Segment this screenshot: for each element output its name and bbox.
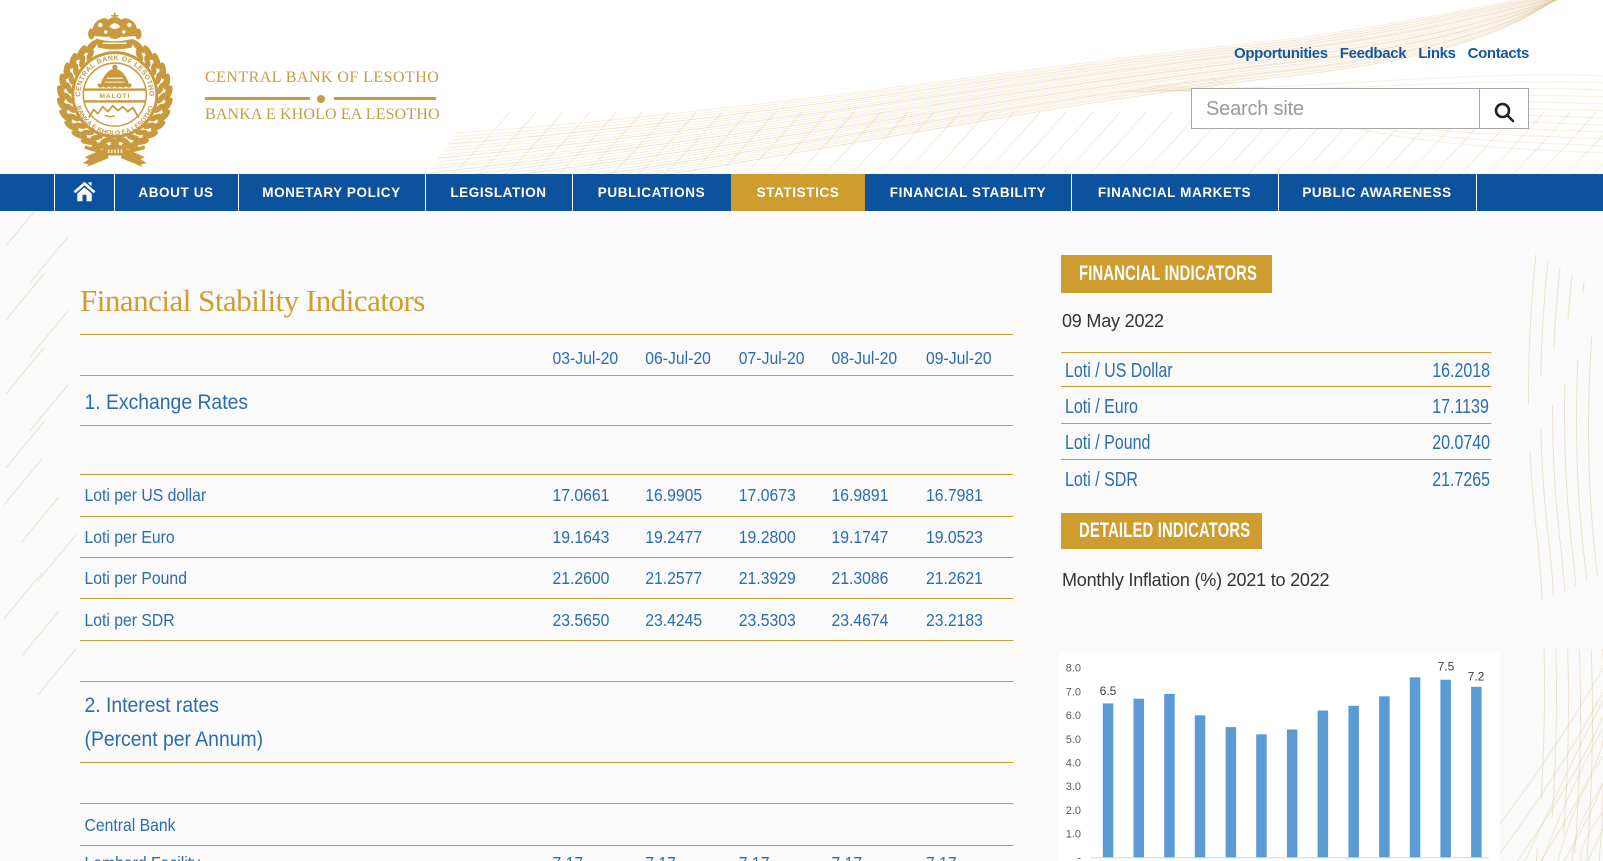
svg-text:2.0: 2.0: [1066, 805, 1081, 817]
svg-text:1.0: 1.0: [1066, 829, 1081, 841]
svg-text:7.2: 7.2: [1468, 670, 1485, 684]
svg-text:5.0: 5.0: [1066, 734, 1081, 746]
svg-text:7.5: 7.5: [1438, 660, 1455, 674]
svg-text:-: -: [1077, 852, 1081, 861]
svg-text:MALOTI: MALOTI: [99, 93, 130, 100]
svg-text:3.0: 3.0: [1066, 781, 1081, 793]
svg-text:4.0: 4.0: [1066, 758, 1081, 770]
svg-text:8.0: 8.0: [1066, 663, 1081, 675]
svg-text:6.5: 6.5: [1100, 684, 1117, 698]
svg-text:6.0: 6.0: [1066, 710, 1081, 722]
svg-text:7.0: 7.0: [1066, 686, 1081, 698]
